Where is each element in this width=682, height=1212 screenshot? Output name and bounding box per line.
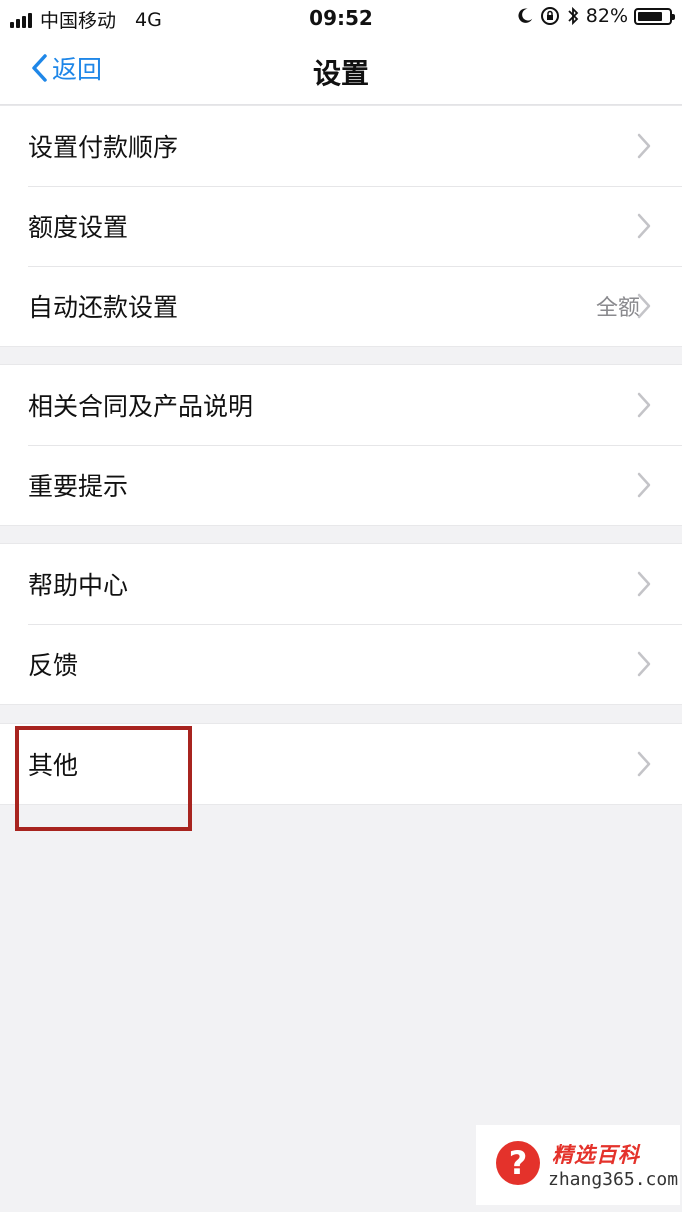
rotation-lock-icon [540, 7, 559, 25]
chevron-right-icon [637, 651, 651, 677]
chevron-right-icon [637, 293, 651, 319]
settings-group-contracts: 相关合同及产品说明 重要提示 [0, 364, 682, 526]
watermark-url: zhang365.com [548, 1169, 679, 1190]
row-label: 反馈 [28, 651, 79, 680]
moon-icon [518, 8, 532, 23]
battery-percent: 82% [585, 5, 628, 27]
nav-bar: 返回 设置 [0, 36, 682, 105]
row-value: 全额 [595, 296, 640, 321]
watermark: ? 精选百科 zhang365.com [476, 1125, 680, 1205]
chevron-right-icon [637, 751, 651, 777]
settings-group-help: 帮助中心 反馈 [0, 543, 682, 705]
row-label: 帮助中心 [28, 571, 129, 600]
settings-group-payment: 设置付款顺序 额度设置 自动还款设置 全额 [0, 105, 682, 347]
settings-row-help-center[interactable]: 帮助中心 [0, 544, 682, 624]
chevron-right-icon [637, 133, 651, 159]
settings-row-limit[interactable]: 额度设置 [0, 186, 682, 266]
chevron-right-icon [637, 392, 651, 418]
page-title: 设置 [312, 57, 369, 90]
settings-row-payment-order[interactable]: 设置付款顺序 [0, 106, 682, 186]
question-icon: ? [496, 1141, 540, 1185]
watermark-title: 精选百科 [552, 1143, 640, 1167]
row-label: 重要提示 [28, 472, 129, 501]
status-right: 82% [516, 5, 675, 27]
bluetooth-icon [568, 6, 579, 26]
row-label: 额度设置 [28, 213, 129, 242]
row-label: 自动还款设置 [28, 293, 179, 322]
row-label: 相关合同及产品说明 [28, 392, 254, 421]
chevron-right-icon [637, 472, 651, 498]
status-bar: 中国移动 4G 09:52 82% [0, 0, 682, 36]
settings-row-contracts[interactable]: 相关合同及产品说明 [0, 365, 682, 445]
highlight-box [15, 726, 192, 831]
battery-icon [634, 7, 675, 25]
settings-row-auto-repay[interactable]: 自动还款设置 全额 [0, 266, 682, 346]
chevron-right-icon [637, 213, 651, 239]
settings-row-important-notice[interactable]: 重要提示 [0, 445, 682, 525]
settings-row-feedback[interactable]: 反馈 [0, 624, 682, 704]
chevron-right-icon [637, 571, 651, 597]
row-label: 设置付款顺序 [28, 133, 179, 162]
